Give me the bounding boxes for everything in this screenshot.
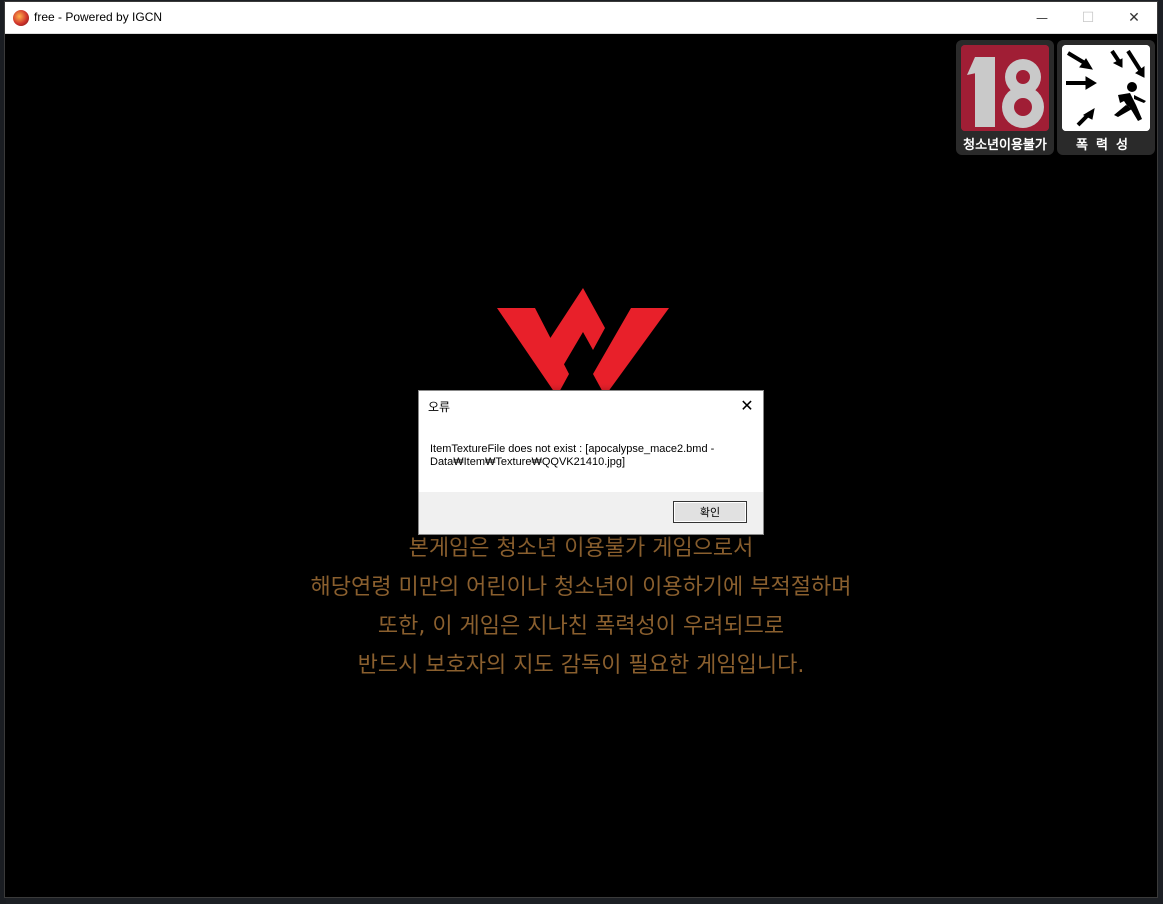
minimize-icon: —	[1036, 10, 1048, 25]
dialog-footer: 확인	[419, 492, 763, 534]
dialog-message: ItemTextureFile does not exist : [apocal…	[430, 443, 750, 469]
dialog-message-line-2: Data₩Item₩Texture₩QQVK21410.jpg]	[430, 456, 626, 468]
warning-line-3: 또한, 이 게임은 지나친 폭력성이 우려되므로	[377, 614, 785, 639]
maximize-button[interactable]: ☐	[1065, 2, 1111, 33]
dialog-message-line-1: ItemTextureFile does not exist : [apocal…	[430, 443, 715, 455]
warning-line-4: 반드시 보호자의 지도 감독이 필요한 게임입니다.	[357, 653, 805, 678]
title-bar[interactable]: free - Powered by IGCN — ☐ ✕	[5, 2, 1157, 34]
app-icon	[13, 10, 29, 26]
age-rating-badge: 청소년이용불가	[956, 40, 1054, 155]
brand-logo	[497, 288, 669, 398]
game-window: free - Powered by IGCN — ☐ ✕ 청소년이용불가 폭력성…	[5, 2, 1157, 897]
violence-rating-icon	[1062, 45, 1150, 131]
close-icon: ✕	[1128, 9, 1140, 26]
dialog-title: 오류	[428, 400, 451, 414]
close-icon: ✕	[740, 395, 754, 415]
window-title: free - Powered by IGCN	[34, 10, 163, 24]
game-content: 청소년이용불가 폭력성 본게임은 청소년 이용불가 게임으로서 해당연령 미만의…	[5, 34, 1157, 897]
dialog-close-button[interactable]: ✕	[735, 394, 759, 416]
violence-rating-label: 폭력성	[1076, 138, 1136, 153]
maximize-icon: ☐	[1081, 9, 1095, 26]
violence-rating-badge: 폭력성	[1057, 40, 1155, 155]
close-button[interactable]: ✕	[1111, 2, 1157, 33]
warning-line-2: 해당연령 미만의 어린이나 청소년이 이용하기에 부적절하며	[310, 575, 852, 600]
error-dialog: 오류 ✕ ItemTextureFile does not exist : [a…	[418, 390, 764, 535]
age-rating-label: 청소년이용불가	[963, 138, 1047, 153]
age-rating-icon	[961, 45, 1049, 131]
minimize-button[interactable]: —	[1019, 2, 1065, 33]
ok-button[interactable]: 확인	[673, 501, 747, 523]
